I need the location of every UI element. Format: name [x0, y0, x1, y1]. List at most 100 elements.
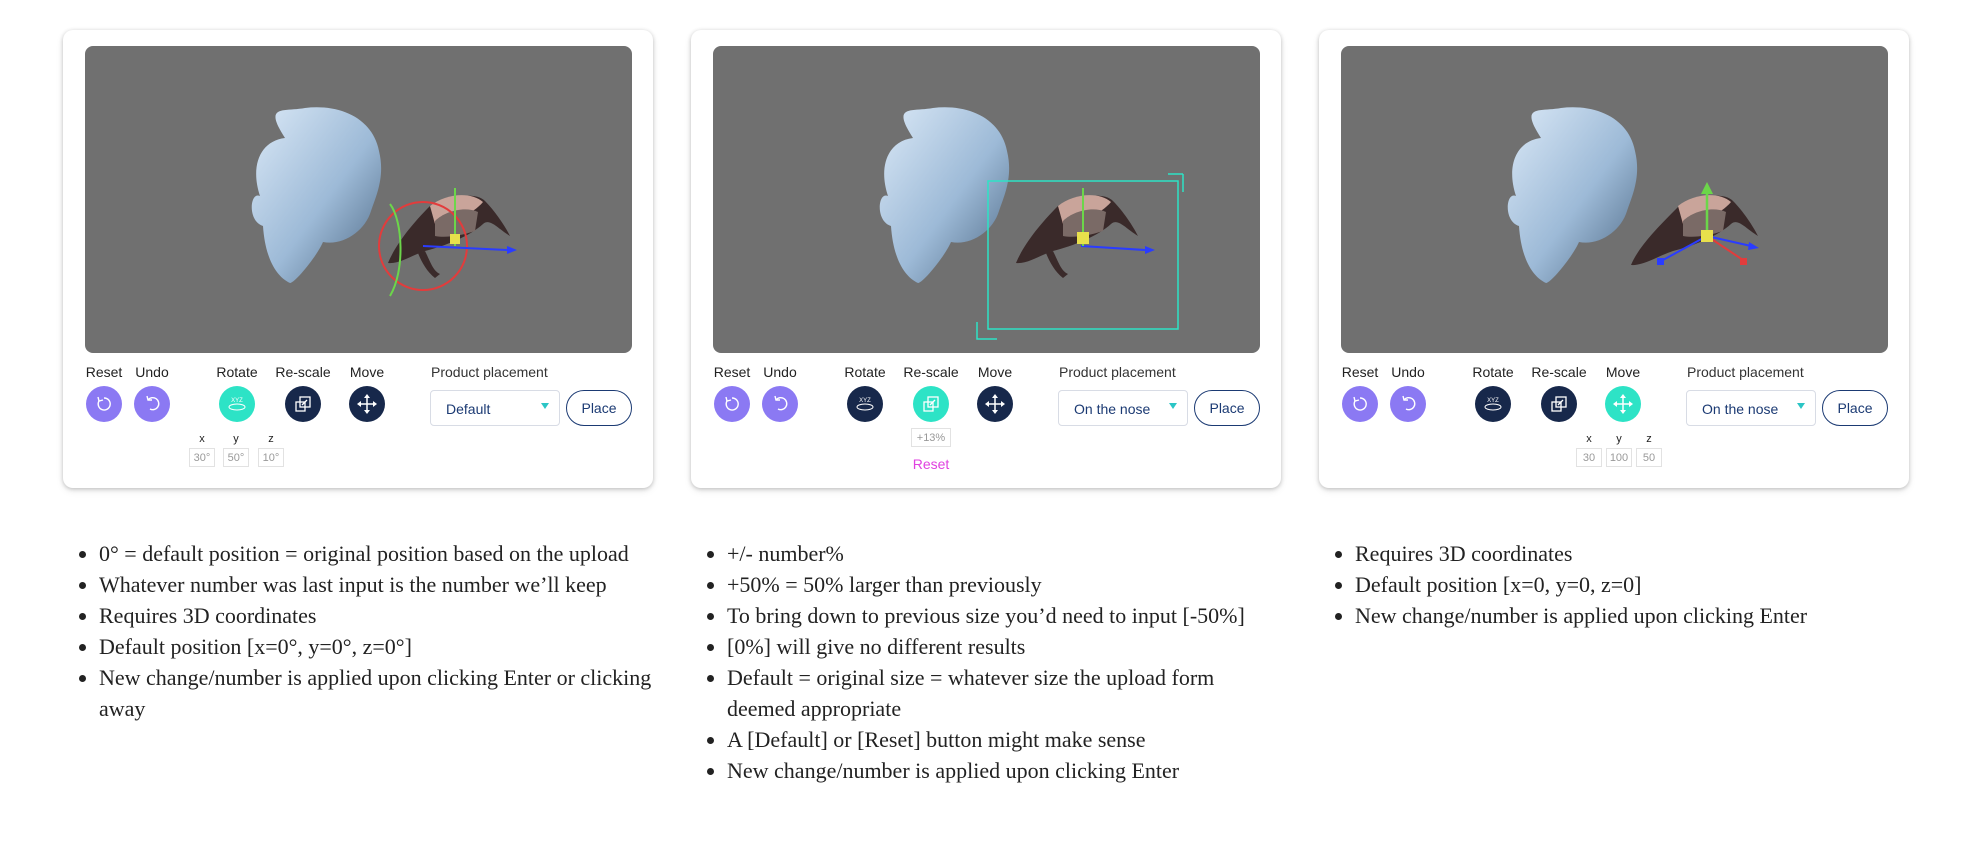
dropdown-arrow-icon — [1169, 403, 1177, 409]
move-arrows-icon — [985, 394, 1005, 414]
move-label: Move — [349, 364, 385, 380]
product-placement-label: Product placement — [431, 364, 548, 380]
undo-icon — [774, 395, 788, 411]
move-button[interactable] — [1605, 386, 1641, 422]
list-item: Whatever number was last input is the nu… — [99, 569, 679, 600]
undo-button[interactable] — [762, 386, 798, 422]
undo-button[interactable] — [1390, 386, 1426, 422]
list-item: +/- number% — [727, 538, 1287, 569]
head-model — [251, 107, 382, 283]
editor-panel-rescale: Reset Undo Rotate Re-scale Move Product … — [691, 30, 1281, 488]
product-placement-select[interactable]: On the nose — [1686, 390, 1816, 426]
placement-value: Default — [446, 401, 491, 417]
3d-scene — [251, 107, 517, 297]
move-button[interactable] — [977, 386, 1013, 422]
move-arrows-icon — [1613, 394, 1633, 414]
list-item: New change/number is applied upon clicki… — [99, 662, 679, 724]
product-placement-select[interactable]: On the nose — [1058, 390, 1188, 426]
rescale-button[interactable] — [285, 386, 321, 422]
list-item: Default position [x=0°, y=0°, z=0°] — [99, 631, 679, 662]
z-position-input[interactable]: 50 — [1636, 448, 1662, 467]
list-item: New change/number is applied upon clicki… — [727, 755, 1287, 786]
head-model — [1507, 107, 1638, 283]
3d-viewport[interactable] — [713, 46, 1260, 353]
glasses-model — [1631, 195, 1758, 266]
list-item: +50% = 50% larger than previously — [727, 569, 1287, 600]
reset-button[interactable] — [1342, 386, 1378, 422]
svg-text:XYZ: XYZ — [231, 398, 243, 404]
rotate-label: Rotate — [844, 364, 886, 380]
rotate-button[interactable]: XYZ — [847, 386, 883, 422]
rescale-label: Re-scale — [903, 364, 959, 380]
move-notes-list: Requires 3D coordinates Default position… — [1319, 538, 1955, 631]
list-item: To bring down to previous size you’d nee… — [727, 600, 1287, 631]
3d-viewport[interactable] — [85, 46, 632, 353]
undo-icon — [1402, 395, 1416, 411]
rescale-button[interactable] — [913, 386, 949, 422]
place-button[interactable]: Place — [566, 390, 632, 426]
y-position-input[interactable]: 100 — [1606, 448, 1632, 467]
3d-scene — [1507, 107, 1759, 283]
x-position-input[interactable]: 30 — [1576, 448, 1602, 467]
list-item: New change/number is applied upon clicki… — [1355, 600, 1955, 631]
list-item: Requires 3D coordinates — [1355, 538, 1955, 569]
3d-viewport[interactable] — [1341, 46, 1888, 353]
reset-label: Reset — [713, 364, 751, 380]
undo-icon — [146, 395, 160, 411]
scale-reset-link[interactable]: Reset — [913, 456, 950, 472]
place-button[interactable]: Place — [1194, 390, 1260, 426]
rotate-label: Rotate — [1472, 364, 1514, 380]
dropdown-arrow-icon — [541, 403, 549, 409]
reset-button[interactable] — [714, 386, 750, 422]
undo-label: Undo — [763, 364, 797, 380]
product-placement-label: Product placement — [1687, 364, 1804, 380]
dropdown-arrow-icon — [1797, 403, 1805, 409]
placement-value: On the nose — [1702, 401, 1779, 417]
rescale-icon — [1551, 396, 1567, 412]
rescale-notes-list: +/- number% +50% = 50% larger than previ… — [691, 538, 1287, 786]
list-item: Default = original size = whatever size … — [727, 662, 1287, 724]
product-placement-label: Product placement — [1059, 364, 1176, 380]
svg-text:XYZ: XYZ — [1487, 398, 1499, 404]
rescale-label: Re-scale — [275, 364, 331, 380]
move-label: Move — [977, 364, 1013, 380]
rotate-button[interactable]: XYZ — [219, 386, 255, 422]
y-rotation-input[interactable]: 50° — [223, 448, 249, 467]
rescale-label: Re-scale — [1531, 364, 1587, 380]
placement-value: On the nose — [1074, 401, 1151, 417]
x-axis-label: x — [1586, 433, 1592, 445]
reset-icon — [1353, 396, 1367, 411]
move-button[interactable] — [349, 386, 385, 422]
rotate-button[interactable]: XYZ — [1475, 386, 1511, 422]
z-axis-label: z — [268, 433, 274, 445]
rotate-xyz-icon: XYZ — [1484, 398, 1502, 411]
list-item: A [Default] or [Reset] button might make… — [727, 724, 1287, 755]
reset-icon — [725, 396, 739, 411]
list-item: [0%] will give no different results — [727, 631, 1287, 662]
x-axis-label: x — [199, 433, 205, 445]
rotate-notes-list: 0° = default position = original positio… — [63, 538, 679, 724]
x-rotation-input[interactable]: 30° — [189, 448, 215, 467]
z-rotation-input[interactable]: 10° — [258, 448, 284, 467]
list-item: 0° = default position = original positio… — [99, 538, 679, 569]
list-item: Requires 3D coordinates — [99, 600, 679, 631]
y-axis-label: y — [1616, 433, 1622, 445]
rescale-icon — [295, 396, 311, 412]
reset-label: Reset — [1341, 364, 1379, 380]
product-placement-select[interactable]: Default — [430, 390, 560, 426]
list-item: Default position [x=0, y=0, z=0] — [1355, 569, 1955, 600]
place-button[interactable]: Place — [1822, 390, 1888, 426]
head-model — [879, 107, 1010, 283]
y-axis-label: y — [233, 433, 239, 445]
z-axis-label: z — [1646, 433, 1652, 445]
reset-icon — [97, 396, 111, 411]
reset-button[interactable] — [86, 386, 122, 422]
rotate-xyz-icon: XYZ — [228, 398, 246, 411]
undo-label: Undo — [135, 364, 169, 380]
scale-percent-input[interactable]: +13% — [911, 428, 951, 447]
move-label: Move — [1605, 364, 1641, 380]
rescale-button[interactable] — [1541, 386, 1577, 422]
rotate-label: Rotate — [216, 364, 258, 380]
editor-panel-move: Reset Undo Rotate Re-scale Move Product … — [1319, 30, 1909, 488]
undo-button[interactable] — [134, 386, 170, 422]
